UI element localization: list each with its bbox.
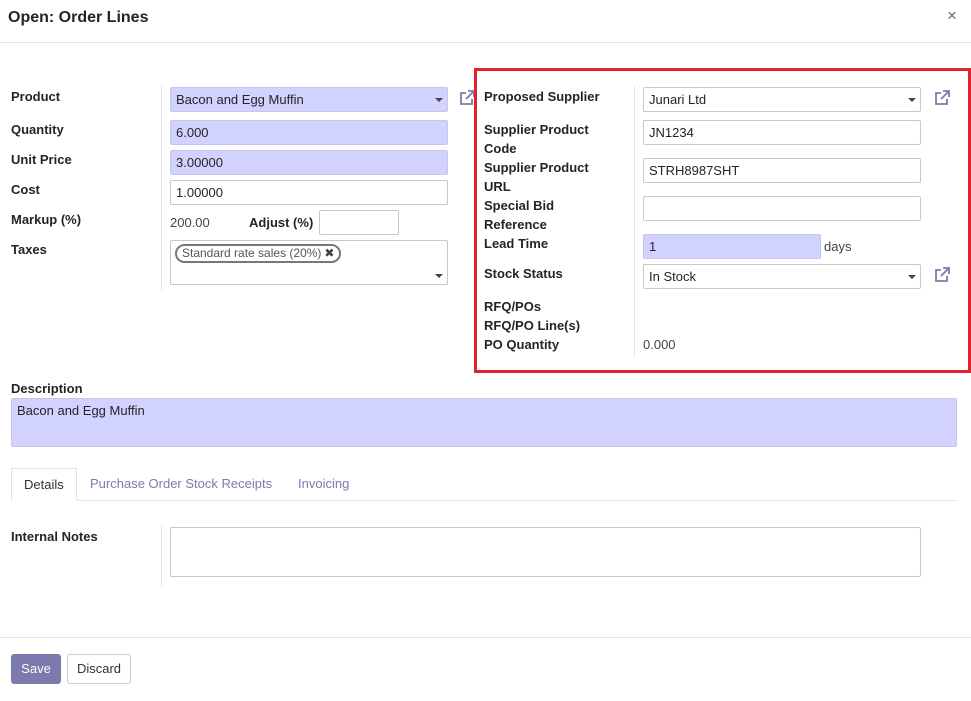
adjust-label: Adjust (%) [249, 215, 314, 230]
internal-notes-label: Internal Notes [11, 529, 98, 544]
discard-button[interactable]: Discard [67, 654, 131, 684]
taxes-label: Taxes [11, 242, 47, 257]
stock-status-select[interactable]: In Stock [643, 264, 921, 289]
quantity-label: Quantity [11, 122, 64, 137]
internal-notes-textarea[interactable] [170, 527, 921, 577]
markup-value: 200.00 [170, 215, 210, 230]
markup-label: Markup (%) [11, 212, 82, 227]
supplier-product-url-input[interactable]: STRH8987SHT [643, 158, 921, 183]
external-link-icon[interactable] [932, 266, 952, 287]
supplier-product-code-label-line2: Code [484, 141, 517, 156]
supplier-product-code-label-line1: Supplier Product [484, 122, 589, 137]
left-column-separator [161, 86, 162, 291]
po-quantity-label: PO Quantity [484, 337, 560, 352]
quantity-input[interactable]: 6.000 [170, 120, 448, 145]
unit-price-input[interactable]: 3.00000 [170, 150, 448, 175]
lead-time-unit: days [824, 239, 852, 254]
taxes-field[interactable]: Standard rate sales (20%) ✖ [170, 240, 448, 285]
rfq-po-lines-label: RFQ/PO Line(s) [484, 318, 581, 333]
product-select[interactable]: Bacon and Egg Muffin [170, 87, 448, 112]
external-link-icon[interactable] [932, 89, 952, 110]
caret-down-icon [435, 274, 443, 278]
supplier-product-code-input[interactable]: JN1234 [643, 120, 921, 145]
product-value: Bacon and Egg Muffin [176, 92, 304, 107]
save-button[interactable]: Save [11, 654, 61, 684]
unit-price-label: Unit Price [11, 152, 72, 167]
proposed-supplier-select[interactable]: Junari Ltd [643, 87, 921, 112]
tab-purchase-order-stock-receipts[interactable]: Purchase Order Stock Receipts [90, 475, 272, 493]
lead-time-label: Lead Time [484, 236, 549, 251]
special-bid-reference-input[interactable] [643, 196, 921, 221]
proposed-supplier-label: Proposed Supplier [484, 89, 600, 104]
stock-status-label: Stock Status [484, 266, 563, 281]
tab-invoicing[interactable]: Invoicing [298, 475, 349, 493]
tax-tag-label: Standard rate sales (20%) [182, 246, 322, 260]
cost-label: Cost [11, 182, 40, 197]
special-bid-reference-label-line1: Special Bid [484, 198, 555, 213]
remove-tag-icon[interactable]: ✖ [324, 246, 334, 260]
cost-input[interactable]: 1.00000 [170, 180, 448, 205]
supplier-product-code-label: Supplier Product Code [484, 120, 589, 158]
product-label: Product [11, 89, 61, 104]
right-column-separator [634, 86, 635, 358]
caret-down-icon [908, 98, 916, 102]
dialog-title: Open: Order Lines [8, 9, 149, 26]
description-textarea[interactable]: Bacon and Egg Muffin [11, 398, 957, 447]
tax-tag: Standard rate sales (20%) ✖ [175, 244, 342, 263]
supplier-product-url-label-line1: Supplier Product [484, 160, 589, 175]
caret-down-icon [908, 275, 916, 279]
stock-status-value: In Stock [649, 269, 696, 284]
rfq-pos-label: RFQ/POs [484, 299, 542, 314]
supplier-product-url-label: Supplier Product URL [484, 158, 589, 196]
supplier-product-url-label-line2: URL [484, 179, 511, 194]
caret-down-icon [435, 98, 443, 102]
notes-separator [161, 526, 162, 586]
adjust-input[interactable] [319, 210, 399, 235]
description-label: Description [11, 381, 83, 396]
special-bid-reference-label-line2: Reference [484, 217, 547, 232]
header-divider [0, 42, 971, 43]
tab-details[interactable]: Details [11, 468, 77, 501]
tabs-divider [11, 500, 957, 501]
lead-time-input[interactable]: 1 [643, 234, 821, 259]
footer-divider [0, 637, 971, 638]
po-quantity-value: 0.000 [643, 337, 676, 352]
close-icon[interactable]: × [947, 6, 957, 26]
proposed-supplier-value: Junari Ltd [649, 92, 707, 107]
special-bid-reference-label: Special Bid Reference [484, 196, 554, 234]
